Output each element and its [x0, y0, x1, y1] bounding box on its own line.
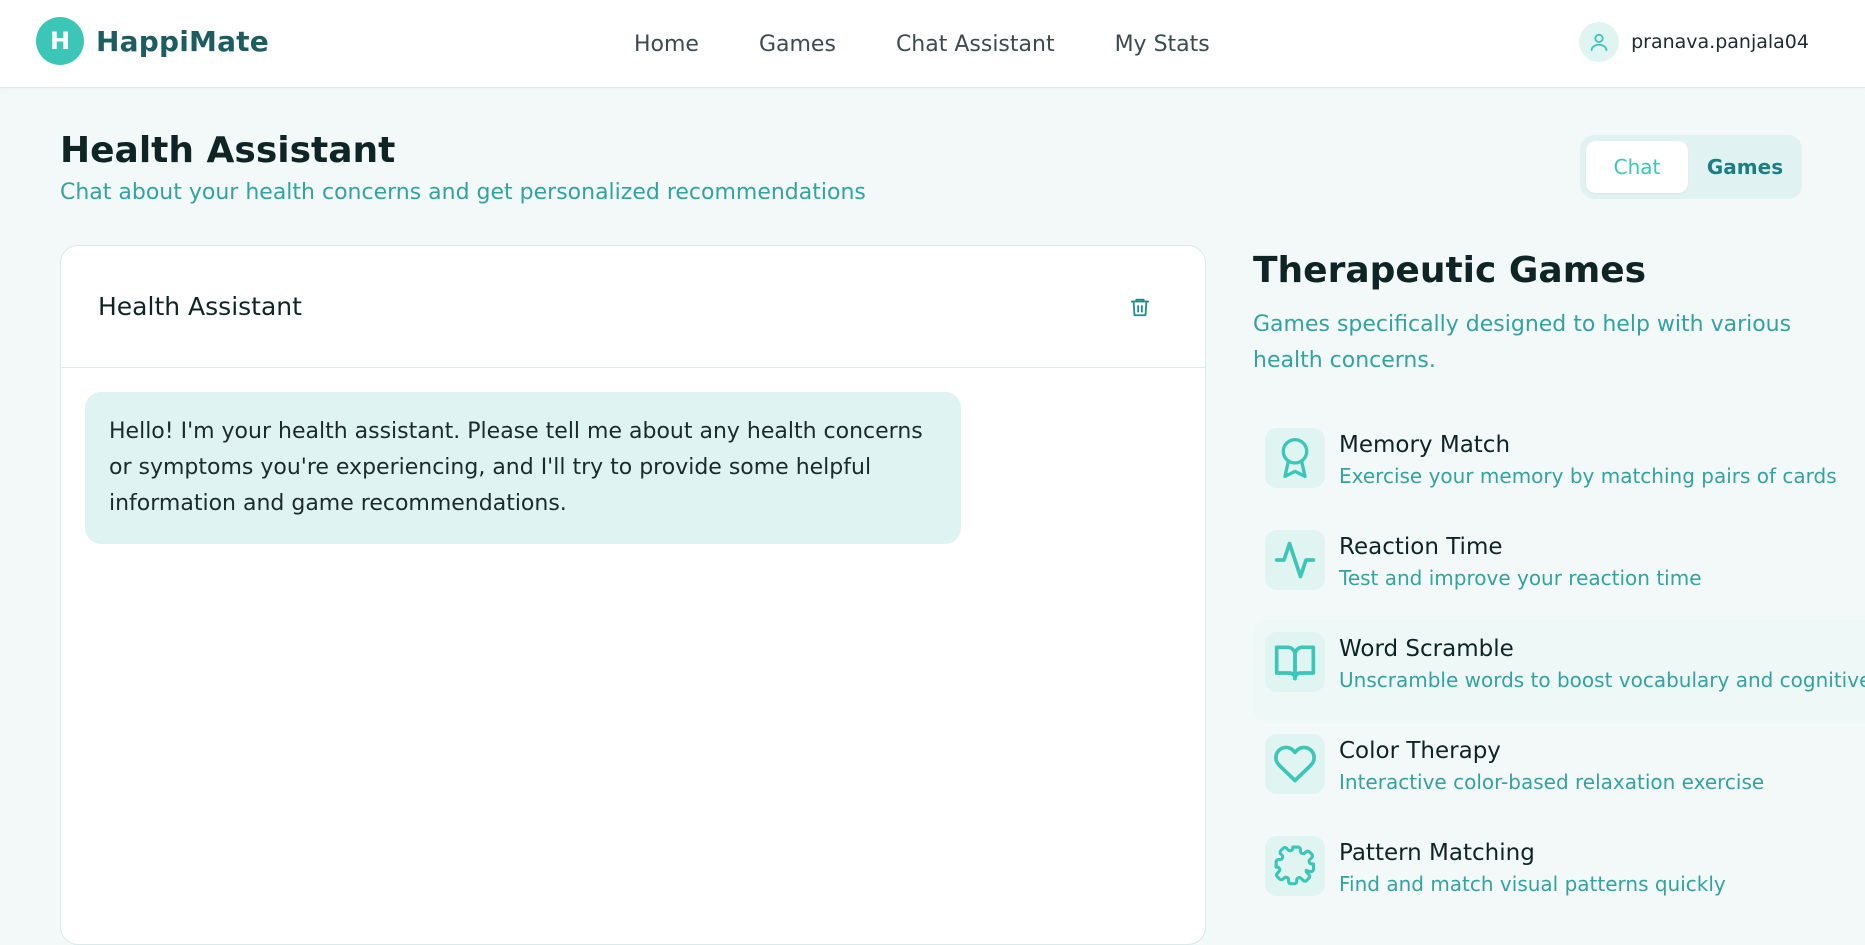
user-icon	[1579, 22, 1620, 62]
award-icon	[1265, 428, 1325, 488]
game-name: Color Therapy	[1339, 738, 1501, 764]
heart-icon	[1265, 734, 1325, 794]
view-toggle: Chat Games	[1580, 135, 1802, 199]
book-open-icon	[1265, 632, 1325, 692]
trash-icon	[1130, 298, 1150, 316]
user-menu[interactable]: pranava.panjala04	[1579, 20, 1809, 64]
page-title: Health Assistant	[60, 130, 396, 171]
brand-link[interactable]: H HappiMate	[36, 17, 269, 65]
assistant-message: Hello! I'm your health assistant. Please…	[85, 392, 961, 544]
activity-icon	[1265, 530, 1325, 590]
chat-card: Health Assistant Hello! I'm your health …	[60, 245, 1206, 945]
game-item-memory-match[interactable]: Memory Match Exercise your memory by mat…	[1253, 416, 1865, 518]
page-subtitle: Chat about your health concerns and get …	[60, 180, 866, 205]
game-description: Find and match visual patterns quickly	[1339, 872, 1726, 896]
toggle-chat-button[interactable]: Chat	[1586, 141, 1688, 193]
game-item-pattern-matching[interactable]: Pattern Matching Find and match visual p…	[1253, 824, 1865, 926]
game-description: Exercise your memory by matching pairs o…	[1339, 464, 1837, 488]
toggle-games-button[interactable]: Games	[1694, 141, 1796, 193]
clear-chat-button[interactable]	[1125, 292, 1155, 322]
game-name: Word Scramble	[1339, 636, 1514, 662]
puzzle-icon	[1265, 836, 1325, 896]
nav-links: Home Games Chat Assistant My Stats	[634, 0, 1210, 88]
top-navbar: H HappiMate Home Games Chat Assistant My…	[0, 0, 1865, 88]
chat-title: Health Assistant	[98, 292, 302, 321]
nav-link-home[interactable]: Home	[634, 32, 699, 57]
brand-name: HappiMate	[96, 24, 269, 58]
nav-link-chat-assistant[interactable]: Chat Assistant	[896, 32, 1055, 57]
game-item-reaction-time[interactable]: Reaction Time Test and improve your reac…	[1253, 518, 1865, 620]
game-description: Test and improve your reaction time	[1339, 566, 1702, 590]
game-description: Unscramble words to boost vocabulary and…	[1339, 668, 1865, 692]
chat-header: Health Assistant	[61, 246, 1205, 368]
game-name: Pattern Matching	[1339, 840, 1535, 866]
nav-link-games[interactable]: Games	[759, 32, 836, 57]
games-panel-title: Therapeutic Games	[1253, 250, 1647, 291]
brand-logo: H	[36, 17, 84, 65]
game-name: Memory Match	[1339, 432, 1511, 458]
chat-messages: Hello! I'm your health assistant. Please…	[61, 368, 1205, 568]
game-name: Reaction Time	[1339, 534, 1503, 560]
game-list: Memory Match Exercise your memory by mat…	[1253, 416, 1865, 926]
games-panel-subtitle: Games specifically designed to help with…	[1253, 312, 1792, 373]
game-item-color-therapy[interactable]: Color Therapy Interactive color-based re…	[1253, 722, 1865, 824]
game-item-word-scramble[interactable]: Word Scramble Unscramble words to boost …	[1253, 620, 1865, 722]
game-description: Interactive color-based relaxation exerc…	[1339, 770, 1765, 794]
nav-link-my-stats[interactable]: My Stats	[1115, 32, 1210, 57]
username: pranava.panjala04	[1631, 31, 1809, 53]
